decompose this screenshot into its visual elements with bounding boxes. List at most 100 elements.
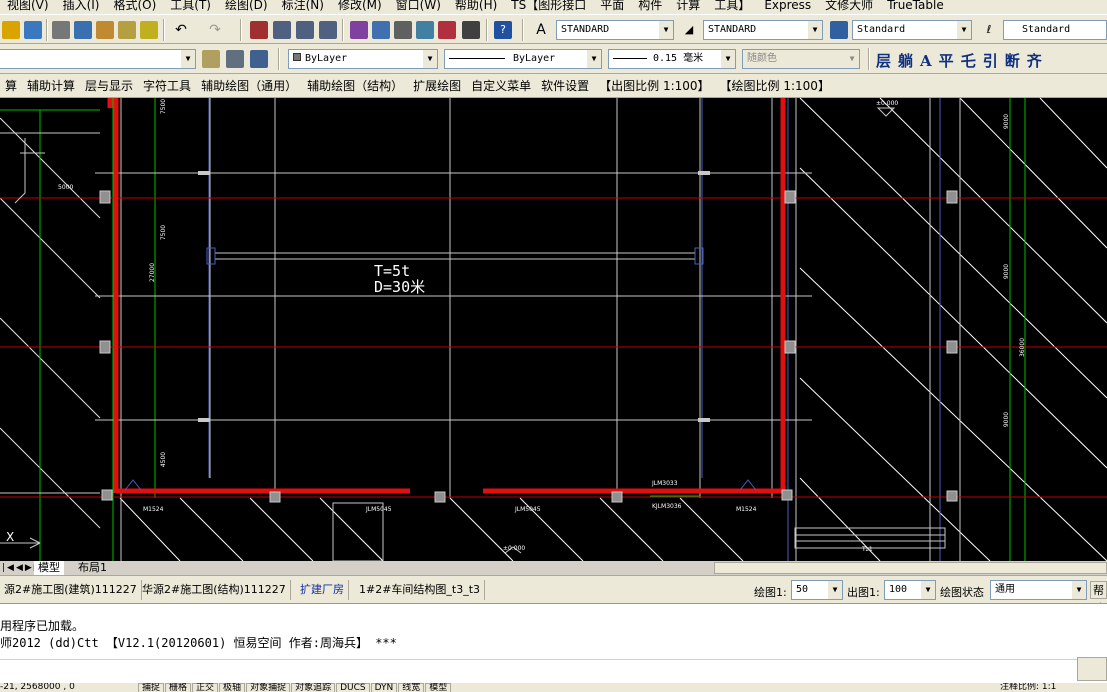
- horizontal-scrollbar[interactable]: [714, 562, 1107, 574]
- tab-model[interactable]: 模型: [34, 561, 64, 575]
- tz-menu-item[interactable]: 字符工具: [138, 74, 196, 97]
- publish-icon[interactable]: [24, 21, 42, 39]
- menu-item[interactable]: 插入(I): [56, 0, 107, 11]
- text-style-combo[interactable]: STANDARD ▼: [556, 20, 674, 40]
- draw-state-combo[interactable]: 通用 ▼: [990, 580, 1087, 600]
- tz-menu-item[interactable]: 软件设置: [536, 74, 594, 97]
- menu-item[interactable]: 窗口(W): [389, 0, 448, 11]
- tz-tool-button[interactable]: 断: [1005, 52, 1027, 70]
- zoom-window-icon[interactable]: [296, 21, 314, 39]
- tz-tool-button[interactable]: 层: [876, 52, 898, 70]
- menu-item[interactable]: 视图(V): [0, 0, 56, 11]
- tz-menu-item[interactable]: 层与显示: [80, 74, 138, 97]
- annotation-scale[interactable]: 注释比例: 1:1: [1000, 683, 1056, 692]
- status-toggle[interactable]: 极轴: [219, 683, 246, 692]
- menu-item[interactable]: 计算: [669, 0, 707, 11]
- pan-icon[interactable]: [250, 21, 268, 39]
- status-toggle[interactable]: 模型: [425, 683, 452, 692]
- tz-tool-button[interactable]: 平: [939, 52, 961, 70]
- undo-icon[interactable]: ↶: [172, 21, 190, 39]
- multileader-style-icon[interactable]: ℓ: [980, 21, 998, 39]
- out-scale-combo[interactable]: 100 ▼: [884, 580, 936, 600]
- zoom-previous-icon[interactable]: [319, 21, 337, 39]
- layer-manager-icon[interactable]: [202, 50, 220, 68]
- command-line[interactable]: 用程序已加载。 师2012 (dd)Ctt 【V12.1(20120601) 恒…: [0, 603, 1107, 683]
- doc-tab[interactable]: 华源2#施工图(结构)111227: [138, 580, 291, 600]
- menu-item[interactable]: 绘图(D): [218, 0, 275, 11]
- design-center-icon[interactable]: [372, 21, 390, 39]
- tool-palettes-icon[interactable]: [394, 21, 412, 39]
- dim-style-icon[interactable]: ◢: [680, 21, 698, 39]
- lineweight-combo[interactable]: 0.15 毫米 ▼: [608, 49, 736, 69]
- table-style-combo[interactable]: Standard ▼: [852, 20, 972, 40]
- color-combo[interactable]: ByLayer ▼: [288, 49, 438, 69]
- tz-tool-button[interactable]: 齐: [1027, 52, 1049, 70]
- menu-item[interactable]: 平面: [593, 0, 631, 11]
- help-button[interactable]: 帮助: [1090, 581, 1107, 615]
- zoom-realtime-icon[interactable]: [273, 21, 291, 39]
- command-scroll[interactable]: [1077, 657, 1107, 681]
- dim-style-combo[interactable]: STANDARD ▼: [703, 20, 823, 40]
- layer-previous-icon[interactable]: [226, 50, 244, 68]
- drawing-canvas[interactable]: T=5t D=30米 M1524 JLM5045 JLM5045 KJLM303…: [0, 98, 1107, 561]
- text-style-icon[interactable]: A: [532, 21, 550, 39]
- doc-tab-active[interactable]: 扩建厂房: [296, 580, 349, 600]
- tianzheng-tools[interactable]: 层躺A平乇引断齐: [876, 50, 1049, 70]
- menu-item[interactable]: Express: [757, 0, 818, 11]
- cut-icon[interactable]: [52, 21, 70, 39]
- tz-menu-item[interactable]: 【绘图比例 1:100】: [715, 74, 835, 97]
- tz-menu-item[interactable]: 算: [0, 74, 22, 97]
- tz-menu-item[interactable]: 扩展绘图: [408, 74, 466, 97]
- copy-icon[interactable]: [74, 21, 92, 39]
- table-style-icon[interactable]: [830, 21, 848, 39]
- help-icon[interactable]: ?: [494, 21, 512, 39]
- status-toggle[interactable]: 正交: [192, 683, 219, 692]
- menu-item[interactable]: 标注(N): [275, 0, 331, 11]
- status-toggle[interactable]: 对象捕捉: [246, 683, 291, 692]
- menu-item[interactable]: 工具】: [707, 0, 757, 11]
- doc-tab[interactable]: 1#2#车间结构图_t3_t3: [355, 580, 486, 600]
- tz-menu-item[interactable]: 自定义菜单: [466, 74, 536, 97]
- tz-menu-item[interactable]: 辅助绘图（通用）: [196, 74, 302, 97]
- tz-tool-button[interactable]: 躺: [898, 52, 920, 70]
- menu-item[interactable]: 帮助(H): [448, 0, 504, 11]
- status-toggle[interactable]: DUCS: [336, 683, 370, 692]
- layer-states-icon[interactable]: [250, 50, 268, 68]
- drawing-svg[interactable]: [0, 98, 1107, 561]
- status-toggle[interactable]: DYN: [370, 683, 398, 692]
- sheet-set-icon[interactable]: [416, 21, 434, 39]
- menu-item[interactable]: 构件: [631, 0, 669, 11]
- properties-icon[interactable]: [350, 21, 368, 39]
- tz-menu-item[interactable]: 辅助计算: [22, 74, 80, 97]
- linetype-combo[interactable]: ByLayer ▼: [444, 49, 602, 69]
- menu-item[interactable]: 格式(O): [106, 0, 163, 11]
- draw-scale-combo[interactable]: 50 ▼: [791, 580, 843, 600]
- tz-tool-button[interactable]: 引: [983, 52, 1005, 70]
- open-icon[interactable]: [2, 21, 20, 39]
- menu-item[interactable]: TS【图形接口: [504, 0, 593, 11]
- doc-tab[interactable]: 源2#施工图(建筑)111227: [0, 580, 142, 600]
- matchprop-icon[interactable]: [118, 21, 136, 39]
- menu-item[interactable]: 修改(M): [331, 0, 389, 11]
- status-toggle[interactable]: 线宽: [398, 683, 425, 692]
- tz-tool-button[interactable]: A: [920, 52, 939, 70]
- markup-icon[interactable]: [438, 21, 456, 39]
- plotstyle-combo[interactable]: 随颜色 ▼: [742, 49, 860, 69]
- paste-icon[interactable]: [96, 21, 114, 39]
- status-toggle[interactable]: 栅格: [165, 683, 192, 692]
- multileader-style-combo[interactable]: Standard: [1003, 20, 1107, 40]
- tab-layout1[interactable]: 布局1: [74, 561, 111, 575]
- tz-tool-button[interactable]: 乇: [961, 52, 983, 70]
- menu-item[interactable]: TrueTable: [880, 0, 951, 11]
- redo-icon[interactable]: ↷: [206, 21, 224, 39]
- command-input[interactable]: [0, 659, 1107, 683]
- status-toggle[interactable]: 捕捉: [138, 683, 165, 692]
- menu-item[interactable]: 文修大师: [818, 0, 880, 11]
- calculator-icon[interactable]: [462, 21, 480, 39]
- layer-combo[interactable]: ▼: [0, 49, 196, 69]
- brush-icon[interactable]: [140, 21, 158, 39]
- status-toggle[interactable]: 对象追踪: [291, 683, 336, 692]
- tz-menu-item[interactable]: 辅助绘图（结构）: [302, 74, 408, 97]
- tz-menu-item[interactable]: 【出图比例 1:100】: [594, 74, 714, 97]
- menu-item[interactable]: 工具(T): [163, 0, 218, 11]
